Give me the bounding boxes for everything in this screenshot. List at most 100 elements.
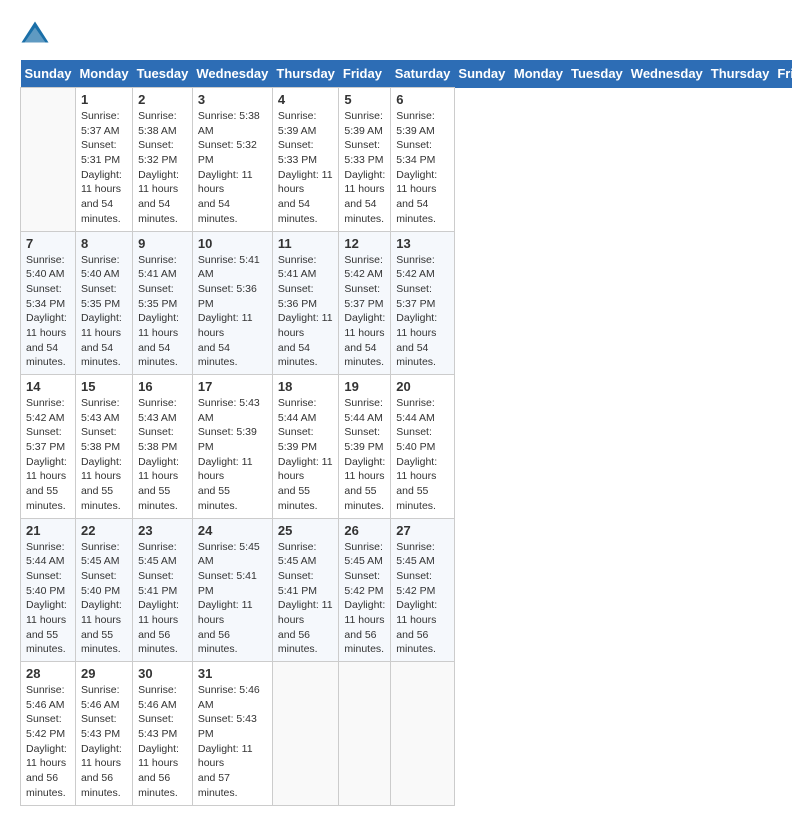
day-number: 2 (138, 92, 187, 107)
calendar-cell: 14Sunrise: 5:42 AM Sunset: 5:37 PM Dayli… (21, 375, 76, 519)
calendar-cell: 13 Sunrise: 5:42 AM Sunset: 5:37 PM Dayli… (391, 231, 455, 375)
day-number: 25 (278, 523, 334, 538)
cell-info: Sunrise: 5:38 AM Sunset: 5:32 PM Dayligh… (198, 109, 267, 227)
calendar-cell (21, 88, 76, 232)
cell-info: Sunrise: 5:38 AM Sunset: 5:32 PM Dayligh… (138, 109, 187, 227)
calendar-cell: 8 Sunrise: 5:40 AM Sunset: 5:35 PM Daylig… (75, 231, 132, 375)
calendar-cell: 22Sunrise: 5:45 AM Sunset: 5:40 PM Dayli… (75, 518, 132, 662)
cell-info: Sunrise: 5:41 AM Sunset: 5:35 PM Dayligh… (138, 253, 187, 371)
logo (20, 20, 54, 50)
day-number: 8 (81, 236, 127, 251)
day-number: 18 (278, 379, 334, 394)
day-number: 30 (138, 666, 187, 681)
day-header-monday: Monday (510, 60, 567, 88)
calendar-cell: 11Sunrise: 5:41 AM Sunset: 5:36 PM Dayli… (272, 231, 339, 375)
cell-info: Sunrise: 5:45 AM Sunset: 5:41 PM Dayligh… (138, 540, 187, 658)
day-number: 7 (26, 236, 70, 251)
day-number: 23 (138, 523, 187, 538)
calendar-table: SundayMondayTuesdayWednesdayThursdayFrid… (20, 60, 792, 806)
cell-info: Sunrise: 5:43 AM Sunset: 5:39 PM Dayligh… (198, 396, 267, 514)
calendar-cell: 30 Sunrise: 5:46 AM Sunset: 5:43 PM Dayli… (133, 662, 193, 806)
cell-info: Sunrise: 5:46 AM Sunset: 5:43 PM Dayligh… (198, 683, 267, 801)
day-header-thursday: Thursday (707, 60, 774, 88)
calendar-cell: 25 Sunrise: 5:45 AM Sunset: 5:41 PM Dayli… (272, 518, 339, 662)
calendar-cell: 26 Sunrise: 5:45 AM Sunset: 5:42 PM Dayli… (339, 518, 391, 662)
day-header-friday: Friday (339, 60, 391, 88)
day-header-sunday: Sunday (454, 60, 509, 88)
day-number: 12 (344, 236, 385, 251)
cell-info: Sunrise: 5:42 AM Sunset: 5:37 PM Dayligh… (344, 253, 385, 371)
day-number: 16 (138, 379, 187, 394)
calendar-cell: 4 Sunrise: 5:39 AM Sunset: 5:33 PM Daylig… (272, 88, 339, 232)
day-number: 10 (198, 236, 267, 251)
calendar-cell: 23 Sunrise: 5:45 AM Sunset: 5:41 PM Dayli… (133, 518, 193, 662)
calendar-cell (272, 662, 339, 806)
calendar-cell: 7 Sunrise: 5:40 AM Sunset: 5:34 PM Daylig… (21, 231, 76, 375)
calendar-cell (339, 662, 391, 806)
calendar-cell: 3 Sunrise: 5:38 AM Sunset: 5:32 PM Daylig… (192, 88, 272, 232)
calendar-cell: 24Sunrise: 5:45 AM Sunset: 5:41 PM Dayli… (192, 518, 272, 662)
calendar-cell: 1Sunrise: 5:37 AM Sunset: 5:31 PM Daylig… (75, 88, 132, 232)
day-header-friday: Friday (773, 60, 792, 88)
day-number: 20 (396, 379, 449, 394)
calendar-cell: 17 Sunrise: 5:43 AM Sunset: 5:39 PM Dayli… (192, 375, 272, 519)
day-number: 26 (344, 523, 385, 538)
cell-info: Sunrise: 5:42 AM Sunset: 5:37 PM Dayligh… (396, 253, 449, 371)
day-number: 28 (26, 666, 70, 681)
cell-info: Sunrise: 5:44 AM Sunset: 5:39 PM Dayligh… (344, 396, 385, 514)
day-number: 17 (198, 379, 267, 394)
day-number: 9 (138, 236, 187, 251)
cell-info: Sunrise: 5:39 AM Sunset: 5:33 PM Dayligh… (278, 109, 334, 227)
cell-info: Sunrise: 5:39 AM Sunset: 5:33 PM Dayligh… (344, 109, 385, 227)
day-number: 31 (198, 666, 267, 681)
cell-info: Sunrise: 5:43 AM Sunset: 5:38 PM Dayligh… (138, 396, 187, 514)
calendar-cell: 10Sunrise: 5:41 AM Sunset: 5:36 PM Dayli… (192, 231, 272, 375)
calendar-cell: 21 Sunrise: 5:44 AM Sunset: 5:40 PM Dayli… (21, 518, 76, 662)
day-number: 1 (81, 92, 127, 107)
calendar-cell: 31 Sunrise: 5:46 AM Sunset: 5:43 PM Dayli… (192, 662, 272, 806)
day-header-wednesday: Wednesday (192, 60, 272, 88)
cell-info: Sunrise: 5:45 AM Sunset: 5:40 PM Dayligh… (81, 540, 127, 658)
cell-info: Sunrise: 5:40 AM Sunset: 5:34 PM Dayligh… (26, 253, 70, 371)
day-number: 21 (26, 523, 70, 538)
day-number: 13 (396, 236, 449, 251)
logo-icon (20, 20, 50, 50)
calendar-cell: 18 Sunrise: 5:44 AM Sunset: 5:39 PM Dayli… (272, 375, 339, 519)
calendar-cell: 29 Sunrise: 5:46 AM Sunset: 5:43 PM Dayli… (75, 662, 132, 806)
day-header-thursday: Thursday (272, 60, 339, 88)
day-number: 4 (278, 92, 334, 107)
calendar-cell: 20 Sunrise: 5:44 AM Sunset: 5:40 PM Dayli… (391, 375, 455, 519)
calendar-cell: 5Sunrise: 5:39 AM Sunset: 5:33 PM Daylig… (339, 88, 391, 232)
cell-info: Sunrise: 5:44 AM Sunset: 5:40 PM Dayligh… (26, 540, 70, 658)
calendar-cell: 16 Sunrise: 5:43 AM Sunset: 5:38 PM Dayli… (133, 375, 193, 519)
cell-info: Sunrise: 5:44 AM Sunset: 5:39 PM Dayligh… (278, 396, 334, 514)
calendar-cell: 6 Sunrise: 5:39 AM Sunset: 5:34 PM Daylig… (391, 88, 455, 232)
calendar-cell: 9 Sunrise: 5:41 AM Sunset: 5:35 PM Daylig… (133, 231, 193, 375)
cell-info: Sunrise: 5:42 AM Sunset: 5:37 PM Dayligh… (26, 396, 70, 514)
day-number: 6 (396, 92, 449, 107)
day-header-monday: Monday (75, 60, 132, 88)
day-header-wednesday: Wednesday (627, 60, 707, 88)
calendar-cell: 27Sunrise: 5:45 AM Sunset: 5:42 PM Dayli… (391, 518, 455, 662)
cell-info: Sunrise: 5:41 AM Sunset: 5:36 PM Dayligh… (278, 253, 334, 371)
day-number: 3 (198, 92, 267, 107)
cell-info: Sunrise: 5:43 AM Sunset: 5:38 PM Dayligh… (81, 396, 127, 514)
calendar-cell: 2 Sunrise: 5:38 AM Sunset: 5:32 PM Daylig… (133, 88, 193, 232)
day-number: 24 (198, 523, 267, 538)
day-number: 15 (81, 379, 127, 394)
cell-info: Sunrise: 5:46 AM Sunset: 5:42 PM Dayligh… (26, 683, 70, 801)
day-header-tuesday: Tuesday (567, 60, 627, 88)
cell-info: Sunrise: 5:44 AM Sunset: 5:40 PM Dayligh… (396, 396, 449, 514)
cell-info: Sunrise: 5:45 AM Sunset: 5:42 PM Dayligh… (344, 540, 385, 658)
cell-info: Sunrise: 5:40 AM Sunset: 5:35 PM Dayligh… (81, 253, 127, 371)
cell-info: Sunrise: 5:45 AM Sunset: 5:41 PM Dayligh… (278, 540, 334, 658)
cell-info: Sunrise: 5:39 AM Sunset: 5:34 PM Dayligh… (396, 109, 449, 227)
page-header (20, 20, 772, 50)
cell-info: Sunrise: 5:46 AM Sunset: 5:43 PM Dayligh… (138, 683, 187, 801)
week-row-3: 14Sunrise: 5:42 AM Sunset: 5:37 PM Dayli… (21, 375, 792, 519)
day-number: 29 (81, 666, 127, 681)
day-header-tuesday: Tuesday (133, 60, 193, 88)
calendar-cell: 12 Sunrise: 5:42 AM Sunset: 5:37 PM Dayli… (339, 231, 391, 375)
cell-info: Sunrise: 5:46 AM Sunset: 5:43 PM Dayligh… (81, 683, 127, 801)
week-row-4: 21 Sunrise: 5:44 AM Sunset: 5:40 PM Dayli… (21, 518, 792, 662)
